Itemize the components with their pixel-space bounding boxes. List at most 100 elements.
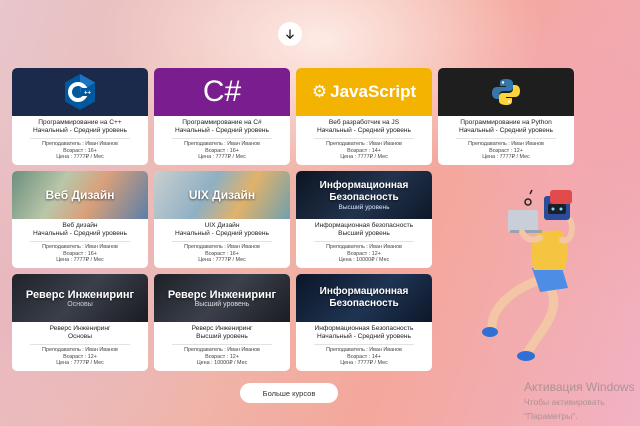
course-teacher: Преподаватель : Иван Иванов xyxy=(42,347,118,353)
course-teacher: Преподаватель : Иван Иванов xyxy=(42,244,118,250)
course-teacher: Преподаватель : Иван Иванов xyxy=(184,244,260,250)
course-thumbnail: Веб Дизайн xyxy=(12,171,148,219)
course-card-reverse-basics[interactable]: Реверс Инжениринг Основы Реверс Инженири… xyxy=(12,274,148,371)
course-teacher: Преподаватель : Иван Иванов xyxy=(184,141,260,147)
divider xyxy=(172,344,272,345)
course-age: Возраст : 12+ xyxy=(205,353,239,360)
course-title: Программирование на Python xyxy=(460,119,552,126)
gear-icon: ⚙ xyxy=(311,82,328,101)
thumb-title: UIX Дизайн xyxy=(188,188,256,202)
thumb-subtitle: Высший уровень xyxy=(194,300,250,308)
course-thumbnail: Реверс Инжениринг Основы xyxy=(12,274,148,322)
course-price: Цена : 7777₽ / Мес xyxy=(198,154,246,161)
course-title: Информационная безопасность xyxy=(314,222,414,229)
course-price: Цена : 10000₽ / Мес xyxy=(196,360,248,367)
course-teacher: Преподаватель : Иван Иванов xyxy=(468,141,544,147)
course-level: Высший уровень xyxy=(196,333,248,340)
course-age: Возраст : 16+ xyxy=(63,147,97,154)
divider xyxy=(314,241,414,242)
course-teacher: Преподаватель : Иван Иванов xyxy=(326,141,402,147)
course-card-cpp[interactable]: ++ Программирование на C++ Начальный - С… xyxy=(12,68,148,165)
course-price: Цена : 7777₽ / Мес xyxy=(198,257,246,264)
course-teacher: Преподаватель : Иван Иванов xyxy=(326,244,402,250)
thumb-title: C# xyxy=(202,75,242,108)
divider xyxy=(30,241,130,242)
course-level: Начальный - Средний уровень xyxy=(317,127,411,134)
course-age: Возраст : 16+ xyxy=(205,250,239,257)
course-title: Программирование на C++ xyxy=(38,119,122,126)
course-thumbnail: UIX Дизайн xyxy=(154,171,290,219)
svg-text:++: ++ xyxy=(84,91,92,97)
course-teacher: Преподаватель : Иван Иванов xyxy=(326,347,402,353)
course-title: Веб разработчик на JS xyxy=(328,119,400,126)
divider xyxy=(30,138,130,139)
course-age: Возраст : 12+ xyxy=(63,353,97,360)
course-thumbnail: Информационная Безопасность xyxy=(296,274,432,322)
course-teacher: Преподаватель : Иван Иванов xyxy=(42,141,118,147)
course-level: Основы xyxy=(68,333,92,340)
divider xyxy=(314,138,414,139)
activation-title: Активация Windows xyxy=(524,380,635,394)
course-price: Цена : 7777₽ / Мес xyxy=(56,154,104,161)
thumb-subtitle: Высший уровень xyxy=(338,203,390,211)
thumb-title: Реверс Инжениринг xyxy=(25,288,135,301)
scroll-down-button[interactable] xyxy=(278,22,302,46)
course-price: Цена : 7777₽ / Мес xyxy=(56,257,104,264)
divider xyxy=(172,241,272,242)
course-card-web-design[interactable]: Веб Дизайн Веб дизайн Начальный - Средни… xyxy=(12,171,148,268)
thumb-title: JavaScript xyxy=(330,82,417,101)
thumb-title: Информационная Безопасность xyxy=(319,179,409,203)
course-level: Начальный - Средний уровень xyxy=(175,230,269,237)
course-price: Цена : 7777₽ / Мес xyxy=(56,360,104,367)
course-level: Начальный - Средний уровень xyxy=(175,127,269,134)
course-age: Возраст : 14+ xyxy=(347,147,381,154)
cpp-logo-icon: ++ xyxy=(65,74,95,110)
course-title: UIX Дизайн xyxy=(204,222,240,229)
activation-line: "Параметры". xyxy=(524,411,578,421)
divider xyxy=(172,138,272,139)
thumb-title: Информационная Безопасность xyxy=(319,286,409,309)
course-level: Начальный - Средний уровень xyxy=(33,230,127,237)
course-price: Цена : 10000₽ / Мес xyxy=(338,257,390,264)
course-level: Начальный - Средний уровень xyxy=(317,333,411,340)
course-card-js[interactable]: ⚙ JavaScript Веб разработчик на JS Начал… xyxy=(296,68,432,165)
course-card-reverse-high[interactable]: Реверс Инжениринг Высший уровень Реверс … xyxy=(154,274,290,371)
python-logo-icon xyxy=(492,79,520,105)
course-card-csharp[interactable]: C# Программирование на C# Начальный - Ср… xyxy=(154,68,290,165)
course-title: Веб дизайн xyxy=(62,222,98,229)
course-card-uix-design[interactable]: UIX Дизайн UIX Дизайн Начальный - Средни… xyxy=(154,171,290,268)
windows-activation-watermark: Активация Windows Чтобы активировать "Па… xyxy=(524,380,635,422)
course-age: Возраст : 16+ xyxy=(63,250,97,257)
course-thumbnail: Реверс Инжениринг Высший уровень xyxy=(154,274,290,322)
course-thumbnail: ++ xyxy=(12,68,148,116)
divider xyxy=(456,138,556,139)
course-thumbnail xyxy=(438,68,574,116)
thumb-title: Веб Дизайн xyxy=(45,188,115,202)
divider xyxy=(314,344,414,345)
course-thumbnail: C# xyxy=(154,68,290,116)
divider xyxy=(30,344,130,345)
arrow-down-icon xyxy=(286,29,294,40)
course-price: Цена : 7777₽ / Мес xyxy=(482,154,530,161)
course-level: Высший уровень xyxy=(338,230,390,237)
course-age: Возраст : 14+ xyxy=(347,353,381,360)
course-teacher: Преподаватель : Иван Иванов xyxy=(184,347,260,353)
course-age: Возраст : 16+ xyxy=(205,147,239,154)
course-age: Возраст : 12+ xyxy=(489,147,523,154)
course-title: Реверс Инжениринг xyxy=(191,325,253,332)
course-title: Программирование на C# xyxy=(182,119,262,126)
course-price: Цена : 7777₽ / Мес xyxy=(340,360,388,367)
thumb-title: Реверс Инжениринг xyxy=(167,288,277,301)
course-card-infosec-basic[interactable]: Информационная Безопасность Информационн… xyxy=(296,274,432,371)
course-level: Начальный - Средний уровень xyxy=(459,127,553,134)
course-title: Реверс Инжениринг xyxy=(49,325,111,332)
more-courses-button[interactable]: Больше курсов xyxy=(240,383,338,403)
course-level: Начальный - Средний уровень xyxy=(33,127,127,134)
activation-line: Чтобы активировать xyxy=(524,397,605,407)
course-card-infosec-high[interactable]: Информационная Безопасность Высший урове… xyxy=(296,171,432,268)
thumb-subtitle: Основы xyxy=(67,300,93,308)
character-illustration xyxy=(482,189,575,361)
course-card-python[interactable]: Программирование на Python Начальный - С… xyxy=(438,68,574,165)
course-title: Информационная Безопасность xyxy=(314,325,414,332)
course-thumbnail: Информационная Безопасность Высший урове… xyxy=(296,171,432,219)
